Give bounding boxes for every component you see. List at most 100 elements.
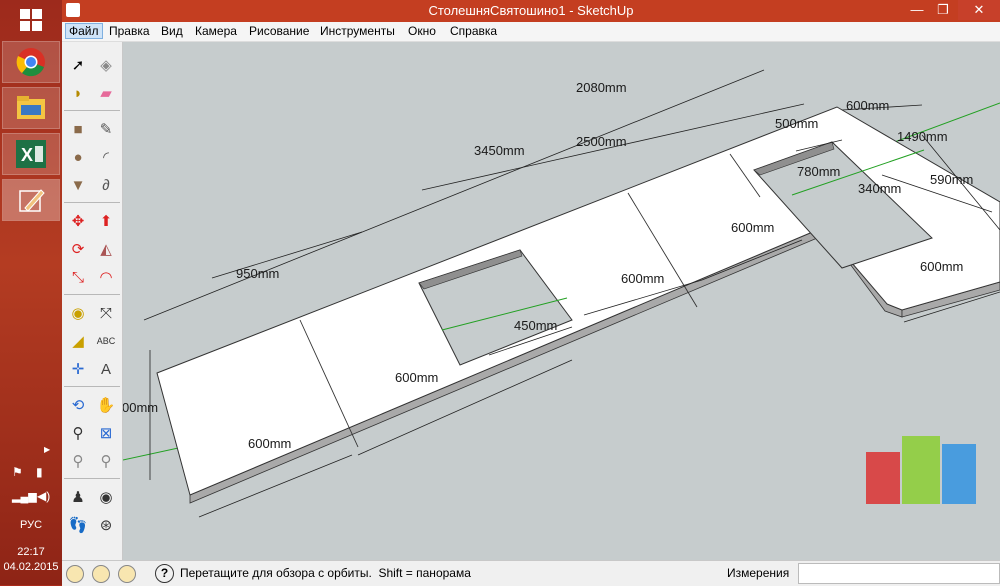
tray-battery-icon[interactable]: ▮: [36, 465, 43, 479]
next-view-icon[interactable]: ⚲: [93, 448, 119, 474]
dim-label[interactable]: 600mm: [621, 271, 664, 286]
menu-window[interactable]: Окно: [405, 24, 439, 38]
window-title: СтолешняСвятошино1 - SketchUp: [428, 3, 634, 18]
dim-label[interactable]: 600mm: [846, 98, 889, 113]
zoom-window-icon[interactable]: ⊠: [93, 420, 119, 446]
geo-location-icon[interactable]: [66, 565, 84, 583]
taskbar-chrome[interactable]: [2, 41, 60, 83]
orbit-tool-icon[interactable]: ⟲: [65, 392, 91, 418]
dimension-tool-icon[interactable]: ⤧: [93, 300, 119, 326]
toolbar-separator: [64, 294, 120, 295]
measurements-input[interactable]: [798, 563, 1000, 584]
drawing-viewport[interactable]: 2080mm 3450mm 2500mm 600mm 500mm 1490mm …: [123, 42, 1000, 560]
clock-time[interactable]: 22:17: [0, 546, 62, 558]
tool-palette: ➚ ◈ ◗ ▰ ■ ✎ ● ◜ ▼ ∂ ✥ ⬆ ⟳ ◭ ⤡ ◠ ◉ ⤧ ◢ AB…: [62, 42, 123, 560]
dim-label[interactable]: 1490mm: [897, 129, 948, 144]
maximize-button[interactable]: ❐: [928, 0, 958, 20]
toolbar-separator: [64, 478, 120, 479]
position-camera-icon[interactable]: ♟: [65, 484, 91, 510]
tray-expand-icon[interactable]: ▶: [44, 445, 50, 454]
section-plane-icon[interactable]: ⊛: [93, 512, 119, 538]
protractor-icon[interactable]: ◢: [65, 328, 91, 354]
dim-label[interactable]: 600mm: [248, 436, 291, 451]
tray-volume-icon[interactable]: ◀): [37, 489, 50, 503]
dim-label[interactable]: 600mm: [395, 370, 438, 385]
move-tool-icon[interactable]: ✥: [65, 208, 91, 234]
dim-label[interactable]: 600mm: [920, 259, 963, 274]
close-button[interactable]: ✕: [958, 0, 1000, 20]
look-around-icon[interactable]: ◉: [93, 484, 119, 510]
zoom-tool-icon[interactable]: ⚲: [65, 420, 91, 446]
status-bar: ? Перетащите для обзора с орбиты. Shift …: [62, 560, 1000, 586]
axes-tool-icon[interactable]: ✛: [65, 356, 91, 382]
dim-label[interactable]: 600mm: [731, 220, 774, 235]
start-button[interactable]: [3, 0, 59, 40]
freehand-tool-icon[interactable]: ∂: [93, 172, 119, 198]
text-tool-icon[interactable]: ABC: [93, 328, 119, 354]
user-icon[interactable]: [118, 565, 136, 583]
follow-me-icon[interactable]: ◭: [93, 236, 119, 262]
line-tool-icon[interactable]: ✎: [93, 116, 119, 142]
toolbar-separator: [64, 110, 120, 111]
dim-label[interactable]: 00mm: [123, 400, 158, 415]
taskbar: X ▶ ⚑ ▮ ▂▄▆ ◀) РУС 22:17 04.02.2015: [0, 0, 62, 585]
language-indicator[interactable]: РУС: [0, 519, 62, 531]
dim-label[interactable]: 340mm: [858, 181, 901, 196]
menu-camera[interactable]: Камера: [192, 24, 240, 38]
dim-label[interactable]: 780mm: [797, 164, 840, 179]
excel-icon: X: [16, 140, 46, 168]
taskbar-sketchup[interactable]: [2, 179, 60, 221]
push-pull-icon[interactable]: ⬆: [93, 208, 119, 234]
make-component-icon[interactable]: ◈: [93, 52, 119, 78]
dim-label[interactable]: 950mm: [236, 266, 279, 281]
menu-help[interactable]: Справка: [447, 24, 500, 38]
arc-tool-icon[interactable]: ◜: [93, 144, 119, 170]
menu-draw[interactable]: Рисование: [246, 24, 312, 38]
menu-bar: Файл Правка Вид Камера Рисование Инструм…: [62, 22, 1000, 42]
dim-label[interactable]: 590mm: [930, 172, 973, 187]
sketchup-pencil-icon: [19, 189, 45, 212]
polygon-tool-icon[interactable]: ▼: [65, 172, 91, 198]
model-canvas[interactable]: 2080mm 3450mm 2500mm 600mm 500mm 1490mm …: [123, 42, 1000, 560]
chrome-icon: [16, 48, 45, 77]
scale-tool-icon[interactable]: ⤡: [65, 264, 91, 290]
offset-tool-icon[interactable]: ◠: [93, 264, 119, 290]
measurements-label: Измерения: [727, 566, 790, 580]
eraser-icon[interactable]: ▰: [93, 80, 119, 106]
menu-edit[interactable]: Правка: [106, 24, 153, 38]
circle-tool-icon[interactable]: ●: [65, 144, 91, 170]
dim-label[interactable]: 2500mm: [576, 134, 627, 149]
toolbar-separator: [64, 202, 120, 203]
sketchup-window: СтолешняСвятошино1 - SketchUp — ❐ ✕ Файл…: [62, 0, 1000, 586]
tray-network-icon[interactable]: ▂▄▆: [12, 490, 37, 503]
rotate-tool-icon[interactable]: ⟳: [65, 236, 91, 262]
dim-label[interactable]: 450mm: [514, 318, 557, 333]
dim-label[interactable]: 3450mm: [474, 143, 525, 158]
pan-tool-icon[interactable]: ✋: [93, 392, 119, 418]
taskbar-explorer[interactable]: [2, 87, 60, 129]
tray-flag-icon[interactable]: ⚑: [12, 465, 23, 479]
windows-logo-icon: [20, 9, 42, 31]
menu-view[interactable]: Вид: [158, 24, 186, 38]
paint-bucket-icon[interactable]: ◗: [65, 80, 91, 106]
svg-text:X: X: [21, 145, 33, 165]
menu-file[interactable]: Файл: [65, 23, 103, 39]
menu-tools[interactable]: Инструменты: [317, 24, 398, 38]
toolbar-separator: [64, 386, 120, 387]
dim-label[interactable]: 2080mm: [576, 80, 627, 95]
tape-measure-icon[interactable]: ◉: [65, 300, 91, 326]
3d-text-icon[interactable]: A: [93, 356, 119, 382]
taskbar-excel[interactable]: X: [2, 133, 60, 175]
rectangle-tool-icon[interactable]: ■: [65, 116, 91, 142]
select-tool-icon[interactable]: ➚: [65, 52, 91, 78]
credits-icon[interactable]: [92, 565, 110, 583]
watermark-logo: [866, 436, 976, 504]
walk-tool-icon[interactable]: 👣: [65, 512, 91, 538]
status-hint-text: Перетащите для обзора с орбиты. Shift = …: [180, 566, 471, 580]
dim-label[interactable]: 500mm: [775, 116, 818, 131]
help-icon[interactable]: ?: [155, 564, 174, 583]
previous-view-icon[interactable]: ⚲: [65, 448, 91, 474]
folder-icon: [17, 96, 45, 119]
clock-date[interactable]: 04.02.2015: [0, 561, 62, 573]
title-bar[interactable]: СтолешняСвятошино1 - SketchUp — ❐ ✕: [62, 0, 1000, 22]
